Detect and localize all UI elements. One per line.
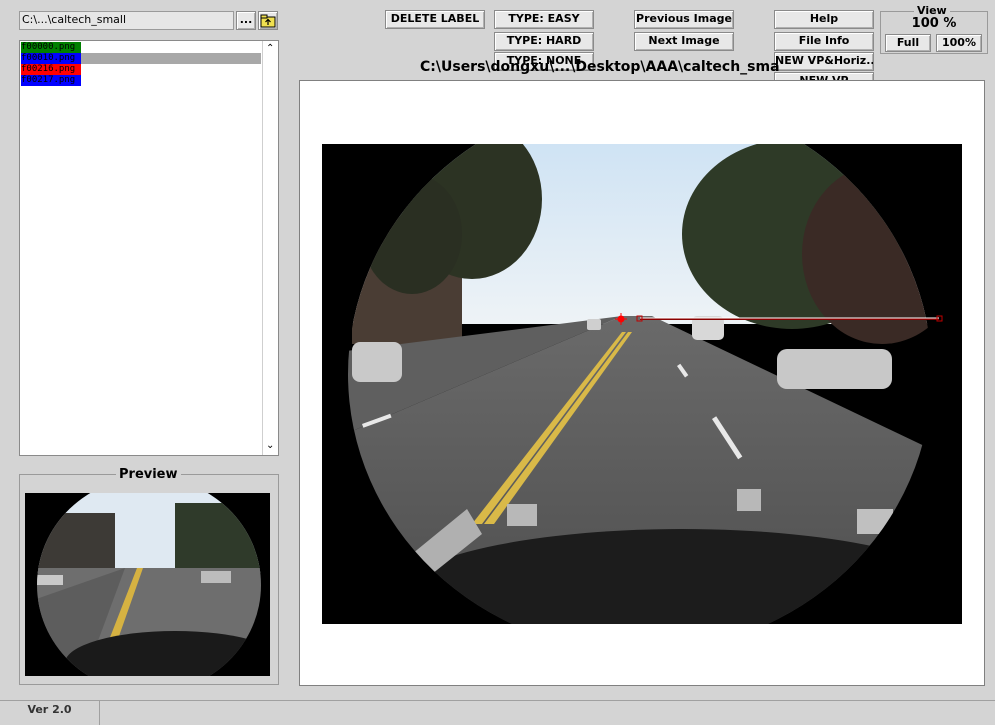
file-info-button[interactable]: File Info [774,32,874,51]
type-easy-button[interactable]: TYPE: EASY [494,10,594,29]
file-list-item[interactable]: f00010.png [21,53,261,64]
file-list[interactable]: f00000.png f00010.png f00216.png f00217.png… [19,40,279,456]
file-list-scrollbar[interactable]: ⌃ ⌄ [262,41,278,455]
previous-image-button[interactable]: Previous Image [634,10,734,29]
folder-up-button[interactable] [258,11,278,30]
file-list-item[interactable]: f00000.png [21,42,261,53]
next-image-button[interactable]: Next Image [634,32,734,51]
file-name: f00000.png [21,42,81,53]
file-list-item[interactable]: f00216.png [21,64,261,75]
scroll-down-icon[interactable]: ⌄ [266,441,274,451]
version-label: Ver 2.0 [0,701,100,725]
preview-image [25,493,270,676]
file-list-items: f00000.png f00010.png f00216.png f00217.png [21,42,261,86]
zoom-readout: 100 % [911,16,957,31]
file-list-item[interactable]: f00217.png [21,75,261,86]
folder-up-icon [260,14,276,28]
image-path-title: C:\Users\dongxu\...\Desktop\AAA\caltech_… [420,59,780,75]
preview-title: Preview [116,467,181,482]
folder-path-field[interactable]: C:\...\caltech_small [19,11,234,30]
file-name: f00216.png [21,64,81,75]
type-hard-button[interactable]: TYPE: HARD [494,32,594,51]
file-name: f00217.png [21,75,81,86]
view-100-button[interactable]: 100% [936,34,982,52]
delete-label-button[interactable]: DELETE LABEL [385,10,485,29]
scroll-up-icon[interactable]: ⌃ [266,44,274,54]
status-bar [0,700,995,725]
help-button[interactable]: Help [774,10,874,29]
main-road-image[interactable] [322,144,962,624]
browse-button[interactable]: ... [236,11,256,30]
file-name: f00010.png [21,53,81,64]
view-full-button[interactable]: Full [885,34,931,52]
new-vp-horiz-button[interactable]: NEW VP&Horiz... [774,52,874,71]
